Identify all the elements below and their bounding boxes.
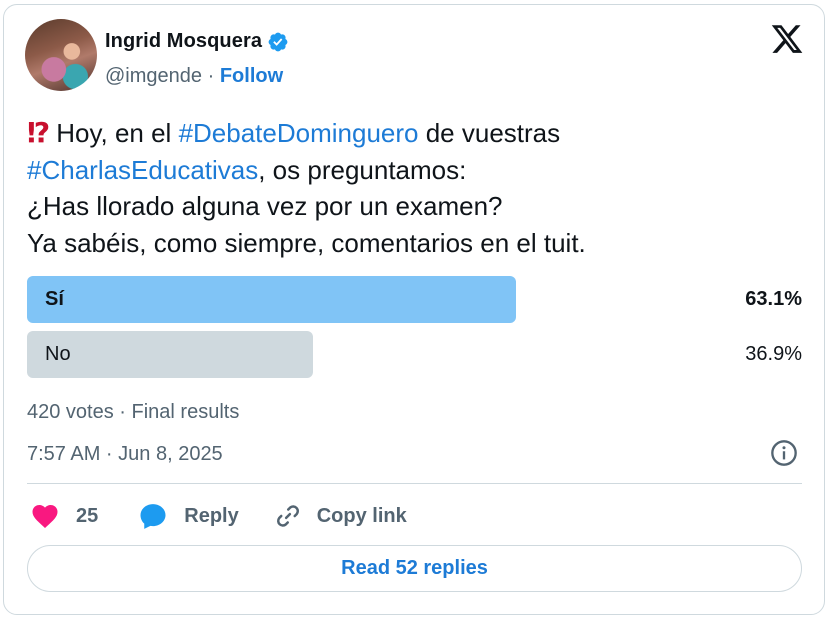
poll-summary: 420 votes · Final results bbox=[27, 401, 240, 423]
verified-badge-icon bbox=[268, 32, 288, 51]
interrobang-emoji-icon: ⁉ bbox=[27, 117, 51, 148]
tweet-line-3: ¿Has llorado alguna vez por un examen? bbox=[27, 191, 503, 221]
copy-link-button[interactable]: Copy link bbox=[273, 501, 407, 531]
poll-option-percent: 63.1% bbox=[745, 288, 802, 310]
tweet-text-segment: , os preguntamos: bbox=[258, 154, 467, 185]
poll-option: Sí 63.1% bbox=[27, 276, 802, 323]
follow-link[interactable]: Follow bbox=[220, 65, 283, 87]
poll-option-bar bbox=[27, 276, 517, 323]
poll-option-percent: 36.9% bbox=[745, 343, 802, 365]
x-logo-icon[interactable] bbox=[770, 22, 804, 56]
hashtag-link[interactable]: #CharlasEducativas bbox=[27, 155, 258, 185]
hashtag-link[interactable]: #DebateDominguero bbox=[179, 118, 419, 148]
heart-icon bbox=[32, 505, 58, 528]
tweet-text: ⁉ Hoy, en el #DebateDominguero de vuestra… bbox=[27, 115, 797, 261]
reply-button[interactable]: Reply bbox=[138, 501, 239, 531]
author-handle[interactable]: @imgende bbox=[105, 65, 202, 87]
tweet-text-segment: Hoy, en el bbox=[56, 118, 179, 148]
like-button[interactable]: 25 bbox=[30, 501, 98, 531]
divider bbox=[27, 483, 802, 484]
author-name[interactable]: Ingrid Mosquera bbox=[105, 30, 262, 53]
info-icon[interactable] bbox=[770, 439, 798, 467]
tweet-text-segment: de vuestras bbox=[418, 118, 561, 148]
copy-link-label: Copy link bbox=[316, 504, 407, 527]
read-replies-button[interactable]: Read 52 replies bbox=[27, 545, 802, 592]
tweet-timestamp[interactable]: 7:57 AM · Jun 8, 2025 bbox=[27, 443, 223, 466]
author-name-row: Ingrid Mosquera bbox=[105, 30, 289, 53]
avatar[interactable] bbox=[25, 19, 97, 91]
action-bar: 25 Reply Copy link bbox=[30, 498, 407, 534]
link-icon bbox=[276, 505, 299, 527]
tweet-line-4: Ya sabéis, como siempre, comentarios en … bbox=[27, 227, 586, 258]
tweet-line-1: ⁉ Hoy, en el #DebateDominguero de vuestra… bbox=[27, 115, 797, 152]
poll-option: No 36.9% bbox=[27, 331, 802, 378]
poll-option-label: No bbox=[45, 343, 71, 365]
like-count: 25 bbox=[76, 504, 99, 527]
separator-dot: · bbox=[207, 65, 215, 87]
tweet-line-2: #CharlasEducativas, os preguntamos: bbox=[27, 152, 797, 189]
reply-bubble-icon bbox=[140, 504, 166, 529]
reply-label: Reply bbox=[184, 504, 239, 527]
author-handle-row: @imgende · Follow bbox=[105, 65, 283, 88]
poll-option-label: Sí bbox=[45, 288, 64, 310]
